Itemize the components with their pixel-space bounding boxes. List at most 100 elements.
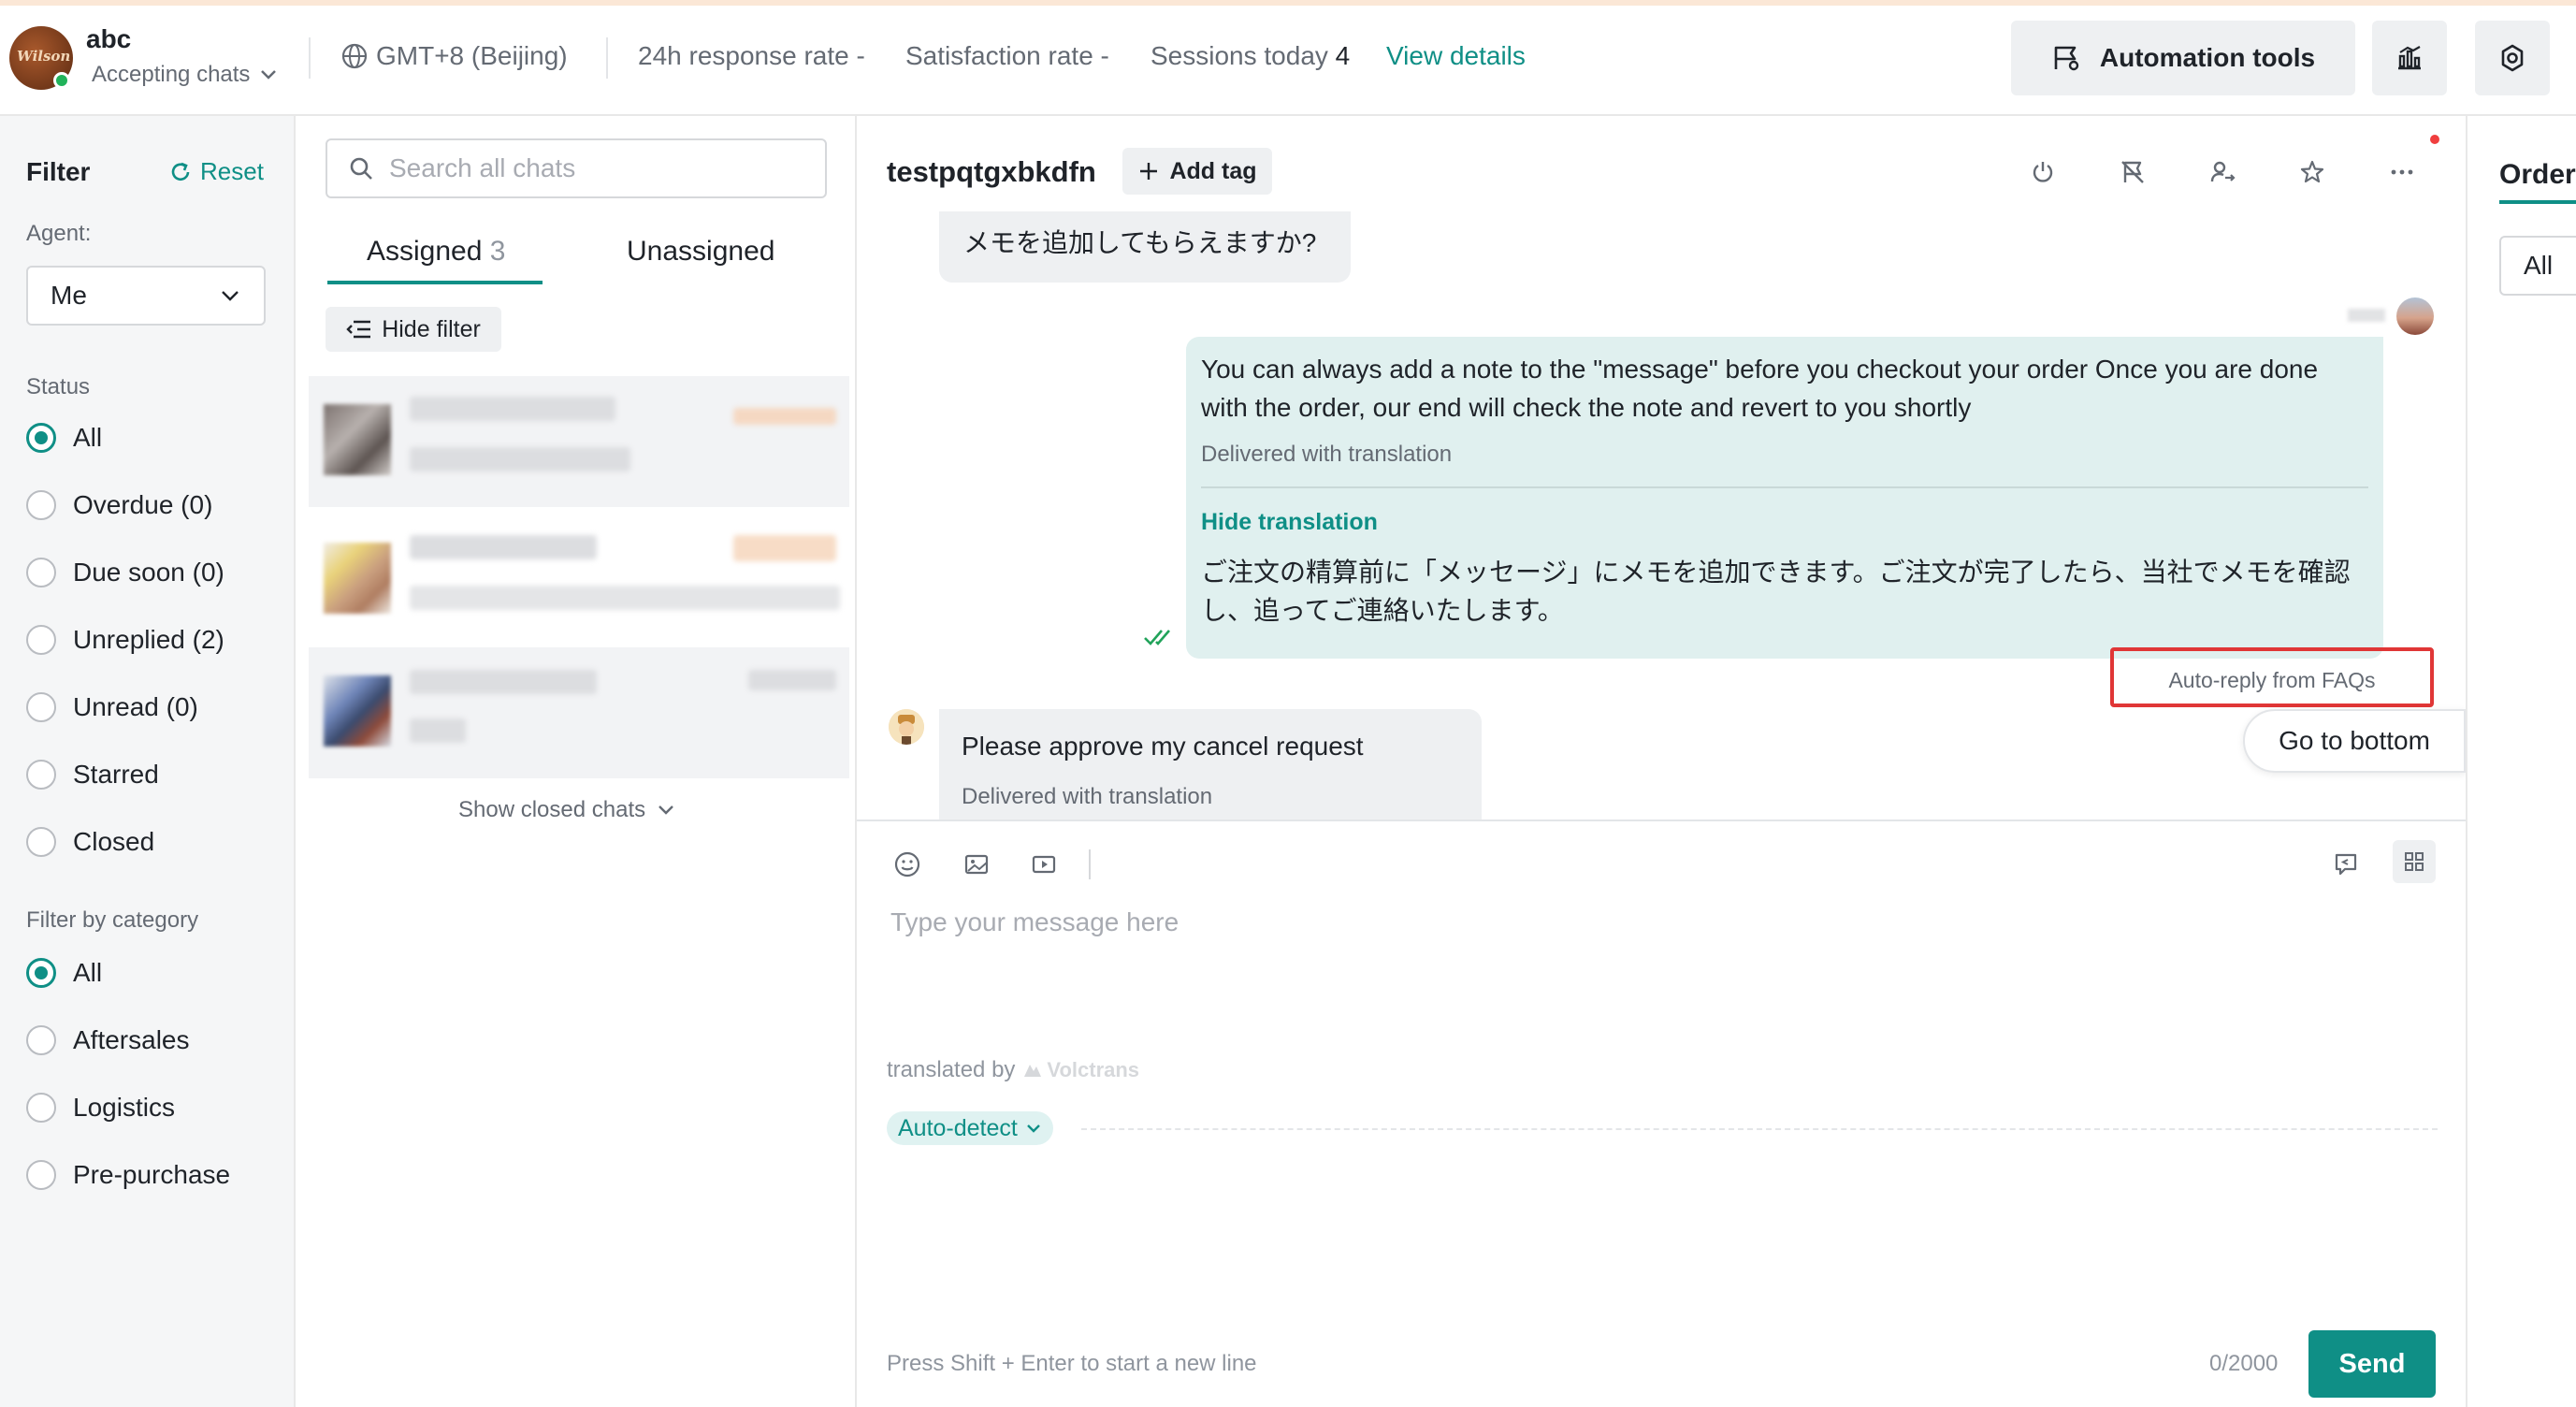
view-details-link[interactable]: View details [1386, 41, 1526, 71]
status-radio-unread[interactable]: Unread (0) [26, 692, 198, 722]
translator-name: Volctrans [1047, 1058, 1140, 1081]
add-tag-button[interactable]: Add tag [1122, 148, 1272, 195]
timezone: GMT+8 (Beijing) [340, 41, 568, 71]
transfer-chat-button[interactable] [2206, 155, 2239, 189]
radio-button[interactable] [26, 625, 56, 655]
video-icon [1030, 850, 1058, 878]
message-input[interactable] [890, 904, 2294, 941]
more-horizontal-icon [2389, 159, 2415, 185]
toolbar-divider [1089, 849, 1091, 879]
category-radio-all[interactable]: All [26, 958, 102, 988]
outgoing-message-bubble: You can always add a note to the "messag… [1186, 337, 2383, 659]
analytics-button[interactable] [2372, 21, 2447, 95]
hide-filter-button[interactable]: Hide filter [326, 307, 501, 352]
accepting-chats-dropdown[interactable]: Accepting chats [92, 62, 278, 88]
radio-button[interactable] [26, 760, 56, 790]
header-divider [309, 37, 311, 79]
end-chat-button[interactable] [2026, 155, 2060, 189]
chat-list-item[interactable] [309, 647, 849, 778]
active-tab-indicator [2499, 200, 2576, 204]
auto-reply-label: Auto-reply from FAQs [2168, 668, 2376, 692]
flag-off-icon [2120, 159, 2146, 185]
radio-button[interactable] [26, 827, 56, 857]
language-select[interactable]: Auto-detect [887, 1111, 1053, 1145]
tab-assigned[interactable]: Assigned 3 [367, 236, 505, 268]
bar-chart-icon [2395, 43, 2424, 73]
reset-filter-button[interactable]: Reset [168, 157, 264, 186]
radio-button[interactable] [26, 558, 56, 587]
blurred-time [748, 670, 836, 690]
block-user-button[interactable] [2116, 155, 2149, 189]
radio-button-checked[interactable] [26, 958, 56, 988]
conversation-title: testpqtgxbkdfn [887, 155, 1096, 188]
star-chat-button[interactable] [2295, 155, 2329, 189]
sessions-label: Sessions today [1151, 41, 1328, 70]
radio-label: Unread (0) [73, 692, 198, 721]
category-radio-pre-purchase[interactable]: Pre-purchase [26, 1160, 230, 1190]
blurred-preview [410, 586, 840, 610]
search-chats-input[interactable]: Search all chats [326, 138, 827, 198]
go-to-bottom-button[interactable]: Go to bottom [2243, 709, 2466, 773]
blurred-sender-name [2348, 309, 2385, 322]
more-tools-button[interactable] [2393, 840, 2436, 883]
blurred-avatar [324, 404, 391, 475]
response-rate-stat: 24h response rate - [638, 41, 865, 70]
radio-button[interactable] [26, 1160, 56, 1190]
hide-translation-link[interactable]: Hide translation [1201, 509, 2368, 536]
send-button[interactable]: Send [2308, 1330, 2436, 1398]
agent-username: abc [86, 24, 132, 53]
avatar-logo-text: Wilson [17, 48, 71, 65]
blurred-name [410, 670, 597, 694]
category-radio-aftersales[interactable]: Aftersales [26, 1025, 190, 1055]
tab-unassigned[interactable]: Unassigned [627, 236, 774, 268]
quick-reply-button[interactable] [2329, 848, 2363, 881]
incoming-message-bubble: メモを追加してもらえますか? [939, 211, 1351, 283]
radio-label: Unreplied (2) [73, 625, 224, 654]
agent-select-value: Me [51, 281, 87, 310]
show-closed-chats-button[interactable]: Show closed chats [458, 797, 675, 823]
settings-button[interactable] [2475, 21, 2550, 95]
radio-button[interactable] [26, 1025, 56, 1055]
radio-label: Pre-purchase [73, 1160, 231, 1189]
radio-label: Aftersales [73, 1025, 190, 1054]
composer-divider [857, 820, 2466, 821]
emoji-button[interactable] [890, 848, 924, 881]
radio-label: Overdue (0) [73, 490, 213, 519]
status-radio-overdue[interactable]: Overdue (0) [26, 490, 212, 520]
search-placeholder: Search all chats [389, 153, 576, 182]
more-options-button[interactable] [2385, 155, 2419, 189]
translated-by-label: translated by [887, 1057, 1016, 1082]
radio-button[interactable] [26, 1093, 56, 1123]
status-radio-due-soon[interactable]: Due soon (0) [26, 558, 224, 587]
blurred-time [733, 408, 836, 425]
radio-label: Closed [73, 827, 155, 856]
orders-filter-value: All [2524, 251, 2554, 280]
agent-select[interactable]: Me [26, 266, 266, 326]
status-radio-unreplied[interactable]: Unreplied (2) [26, 625, 224, 655]
online-status-dot [53, 72, 70, 89]
radio-button[interactable] [26, 490, 56, 520]
orders-filter-select[interactable]: All [2499, 236, 2576, 296]
video-upload-button[interactable] [1027, 848, 1061, 881]
status-radio-starred[interactable]: Starred [26, 760, 159, 790]
blurred-time [733, 535, 836, 561]
category-radio-logistics[interactable]: Logistics [26, 1093, 175, 1123]
chat-list-item[interactable] [309, 515, 849, 645]
agent-filter-label: Agent: [26, 221, 92, 246]
radio-button[interactable] [26, 692, 56, 722]
hide-filter-label: Hide filter [382, 315, 481, 342]
customer-avatar [889, 709, 924, 745]
timezone-label: GMT+8 (Beijing) [376, 41, 568, 70]
status-radio-closed[interactable]: Closed [26, 827, 154, 857]
chat-reply-icon [2332, 850, 2360, 878]
chat-list-item[interactable] [309, 376, 849, 507]
filter-title: Filter [26, 157, 91, 186]
show-closed-label: Show closed chats [458, 797, 646, 822]
image-icon [962, 850, 991, 878]
status-radio-all[interactable]: All [26, 423, 102, 453]
radio-button-checked[interactable] [26, 423, 56, 453]
image-upload-button[interactable] [960, 848, 993, 881]
grid-icon [2403, 850, 2425, 873]
tab-orders[interactable]: Orders [2499, 159, 2576, 191]
automation-tools-button[interactable]: Automation tools [2011, 21, 2355, 95]
